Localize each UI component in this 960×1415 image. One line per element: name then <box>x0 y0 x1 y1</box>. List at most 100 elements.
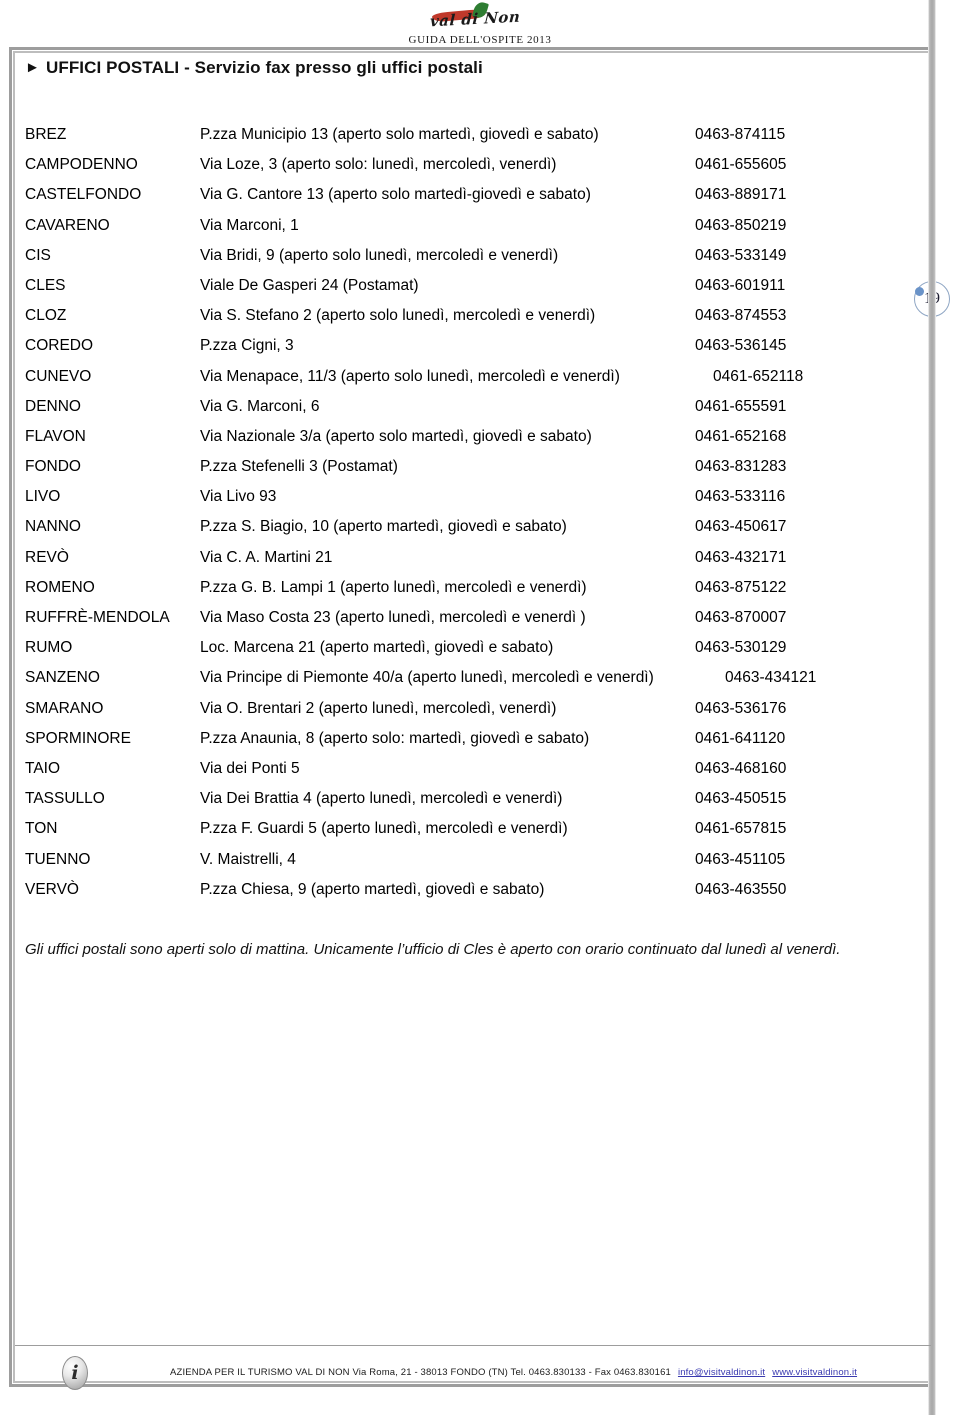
cell-town: DENNO <box>25 397 81 415</box>
cell-address: Via Marconi, 1 <box>200 216 299 234</box>
cell-town: CLES <box>25 276 66 294</box>
footer-contact: AZIENDA PER IL TURISMO VAL DI NON Via Ro… <box>170 1367 857 1378</box>
cell-phone: 0463-870007 <box>695 609 787 626</box>
cell-phone: 0461-641120 <box>695 729 786 747</box>
cell-town: COREDO <box>25 337 94 355</box>
cell-address: P.zza F. Guardi 5 (aperto lunedì, mercol… <box>200 820 568 838</box>
table-row: RUMO Loc. Marcena 21 (aperto martedì, gio… <box>25 633 855 663</box>
table-row: CLOZ Via S. Stefano 2 (aperto solo lunedì… <box>25 301 855 331</box>
table-row: SPORMINORE P.zza Anaunia, 8 (aperto solo:… <box>25 724 855 754</box>
cell-address: P.zza Municipio 13 (aperto solo martedì,… <box>200 126 599 143</box>
cell-town: CAVARENO <box>25 216 110 234</box>
cell-town: TUENNO <box>25 850 91 868</box>
cell-address: Via Nazionale 3/a (aperto solo martedì, … <box>200 427 592 445</box>
footer-address-text: AZIENDA PER IL TURISMO VAL DI NON Via Ro… <box>170 1367 671 1378</box>
cell-address: Via Principe di Piemonte 40/a (aperto lu… <box>200 669 654 687</box>
table-row: CAVARENO Via Marconi, 1 0463-850219 <box>25 211 855 241</box>
table-row: LIVO Via Livo 93 0463-533116 <box>25 482 855 512</box>
cell-phone: 0463-530129 <box>695 639 787 657</box>
cell-phone: 0461-657815 <box>695 820 787 838</box>
cell-phone: 0461-655605 <box>695 156 787 174</box>
cell-address: Via G. Marconi, 6 <box>200 397 320 415</box>
cell-address: Via Dei Brattia 4 (aperto lunedì, mercol… <box>200 790 563 808</box>
cell-town: SANZENO <box>25 669 100 687</box>
post-offices-table: BREZ P.zza Municipio 13 (aperto solo mart… <box>25 120 855 905</box>
cell-address: Loc. Marcena 21 (aperto martedì, giovedì… <box>200 639 554 657</box>
cell-address: Via Bridi, 9 (aperto solo lunedì, mercol… <box>200 246 559 264</box>
cell-address: Via O. Brentari 2 (aperto lunedì, mercol… <box>200 699 557 717</box>
cell-address: P.zza Cigni, 3 <box>200 337 294 355</box>
cell-phone: 0463-536145 <box>695 337 787 355</box>
table-row: CUNEVO Via Menapace, 11/3 (aperto solo lu… <box>25 362 855 392</box>
cell-phone: 0463-889171 <box>695 186 787 204</box>
table-row: TON P.zza F. Guardi 5 (aperto lunedì, mer… <box>25 814 855 844</box>
footer-website-link[interactable]: www.visitvaldinon.it <box>772 1367 857 1378</box>
cell-address: Via Menapace, 11/3 (aperto solo lunedì, … <box>200 367 620 385</box>
cell-address: P.zza Chiesa, 9 (aperto martedì, giovedì… <box>200 880 545 898</box>
cell-town: CIS <box>25 246 51 264</box>
table-row: DENNO Via G. Marconi, 6 0461-655591 <box>25 392 855 422</box>
cell-phone: 0461-655591 <box>695 397 787 415</box>
table-row: SMARANO Via O. Brentari 2 (aperto lunedì,… <box>25 694 855 724</box>
table-row: BREZ P.zza Municipio 13 (aperto solo mart… <box>25 120 855 150</box>
table-row: FONDO P.zza Stefenelli 3 (Postamat) 0463-8… <box>25 452 855 482</box>
cell-address: Via Maso Costa 23 (aperto lunedì, mercol… <box>200 609 586 626</box>
cell-phone: 0463-450617 <box>695 518 787 536</box>
cell-address: Via C. A. Martini 21 <box>200 548 333 566</box>
table-row: CLES Viale De Gasperi 24 (Postamat) 0463-6… <box>25 271 855 301</box>
cell-phone: 0463-536176 <box>695 699 787 717</box>
table-row: TUENNO V. Maistrelli, 4 0463-451105 <box>25 845 855 875</box>
cell-phone: 0463-451105 <box>695 850 786 868</box>
cell-phone: 0461-652168 <box>695 427 787 445</box>
table-row: CASTELFONDO Via G. Cantore 13 (aperto sol… <box>25 180 855 210</box>
cell-town: CLOZ <box>25 307 67 325</box>
cell-town: BREZ <box>25 126 67 143</box>
cell-town: REVÒ <box>25 548 69 566</box>
cell-town: LIVO <box>25 488 61 506</box>
table-row: TASSULLO Via Dei Brattia 4 (aperto lunedì… <box>25 784 855 814</box>
cell-town: ROMENO <box>25 578 95 596</box>
cell-phone: 0463-463550 <box>695 880 787 898</box>
cell-phone: 0463-875122 <box>695 578 787 596</box>
cell-town: RUFFRÈ-MENDOLA <box>25 609 170 626</box>
cell-phone: 0463-533116 <box>695 488 786 506</box>
cell-phone: 0463-874115 <box>695 126 786 143</box>
cell-town: RUMO <box>25 639 73 657</box>
cell-phone: 0463-533149 <box>695 246 787 264</box>
triangle-right-icon: ► <box>25 59 40 76</box>
table-row: ROMENO P.zza G. B. Lampi 1 (aperto lunedì… <box>25 573 855 603</box>
cell-address: Viale De Gasperi 24 (Postamat) <box>200 276 419 294</box>
table-row: RUFFRÈ-MENDOLA Via Maso Costa 23 (aperto … <box>25 603 855 633</box>
cell-phone: 0461-652118 <box>713 367 804 385</box>
table-row: SANZENO Via Principe di Piemonte 40/a (ap… <box>25 663 855 693</box>
page-spine-shadow <box>928 0 936 1415</box>
cell-town: TAIO <box>25 759 61 777</box>
cell-phone: 0463-468160 <box>695 759 787 777</box>
table-row: FLAVON Via Nazionale 3/a (aperto solo mar… <box>25 422 855 452</box>
cell-town: SPORMINORE <box>25 729 131 747</box>
cell-town: TON <box>25 820 58 838</box>
table-row: NANNO P.zza S. Biagio, 10 (aperto martedì… <box>25 512 855 542</box>
cell-town: SMARANO <box>25 699 104 717</box>
cell-town: FLAVON <box>25 427 86 445</box>
table-row: CAMPODENNO Via Loze, 3 (aperto solo: lune… <box>25 150 855 180</box>
footer-email-link[interactable]: info@visitvaldinon.it <box>678 1367 765 1378</box>
table-row: CIS Via Bridi, 9 (aperto solo lunedì, mer… <box>25 241 855 271</box>
table-row: COREDO P.zza Cigni, 3 0463-536145 <box>25 331 855 361</box>
table-row: TAIO Via dei Ponti 5 0463-468160 <box>25 754 855 784</box>
cell-address: Via G. Cantore 13 (aperto solo martedì-g… <box>200 186 591 204</box>
page-content: ► UFFICI POSTALI - Servizio fax presso gl… <box>0 0 960 1415</box>
cell-address: Via dei Ponti 5 <box>200 759 300 777</box>
cell-phone: 0463-434121 <box>725 669 817 687</box>
table-row: REVÒ Via C. A. Martini 21 0463-432171 <box>25 543 855 573</box>
cell-address: P.zza S. Biagio, 10 (aperto martedì, gio… <box>200 518 567 536</box>
cell-phone: 0463-874553 <box>695 307 787 325</box>
cell-address: Via Livo 93 <box>200 488 277 506</box>
cell-phone: 0463-601911 <box>695 276 786 294</box>
footer-divider <box>15 1345 931 1346</box>
cell-phone: 0463-432171 <box>695 548 787 566</box>
cell-town: VERVÒ <box>25 880 79 898</box>
cell-phone: 0463-831283 <box>695 458 787 476</box>
cell-town: CUNEVO <box>25 367 92 385</box>
cell-address: P.zza G. B. Lampi 1 (aperto lunedì, merc… <box>200 578 587 596</box>
